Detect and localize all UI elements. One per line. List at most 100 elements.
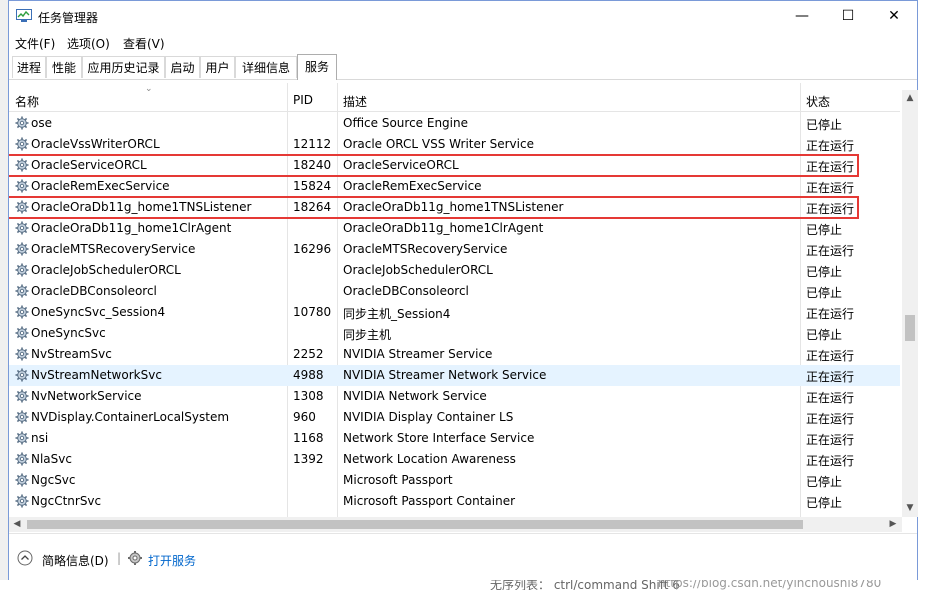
column-header-row: 名称 PID 描述 状态 [9,90,900,112]
task-manager-window: 任务管理器 — ☐ ✕ 文件(F) 选项(O) 查看(V) 进程 性能 应用历史… [8,0,918,580]
service-description: Microsoft Passport Container [343,494,516,508]
fewer-details-button[interactable]: 简略信息(D) [42,552,109,569]
gear-icon [15,305,29,319]
service-status: 正在运行 [806,454,855,468]
service-name: OracleOraDb11g_home1ClrAgent [31,221,232,235]
menu-options[interactable]: 选项(O) [67,35,110,52]
service-row[interactable]: nsi 1168 Network Store Interface Service 正在… [9,428,900,449]
task-manager-icon [16,9,32,22]
service-name: NVDisplay.ContainerLocalSystem [31,410,230,424]
service-row[interactable]: ose Office Source Engine 已停止 [9,113,900,134]
service-pid: 1168 [293,431,324,445]
service-row[interactable]: OneSyncSvc 同步主机 已停止 [9,323,900,344]
title-bar[interactable]: 任务管理器 — ☐ ✕ [9,1,917,31]
service-name: NlaSvc [31,452,72,466]
background-app-edge [918,0,926,590]
footer-bar: 简略信息(D) | 打开服务 [9,533,917,580]
service-row[interactable]: OneSyncSvc_Session4 10780 同步主机_Session4 正在运… [9,302,900,323]
service-status: 正在运行 [806,307,855,321]
tab-processes[interactable]: 进程 [12,56,46,78]
gear-icon [15,410,29,424]
service-row[interactable]: OracleOraDb11g_home1ClrAgent OracleOraDb1… [9,218,900,239]
footer-separator: | [117,551,122,565]
service-description: OracleOraDb11g_home1ClrAgent [343,221,544,235]
service-status: 正在运行 [806,412,855,426]
service-name: OracleDBConsoleorcl [31,284,157,298]
service-row[interactable]: NgcCtnrSvc Microsoft Passport Container 已停… [9,491,900,512]
service-row[interactable]: OracleMTSRecoveryService 16296 OracleMTSRe… [9,239,900,260]
menu-bar: 文件(F) 选项(O) 查看(V) [9,32,917,52]
service-description: Network Store Interface Service [343,431,535,445]
service-row[interactable]: NvNetworkService 1308 NVIDIA Network Servi… [9,386,900,407]
service-pid: 12112 [293,137,332,151]
service-name: nsi [31,431,49,445]
service-row[interactable]: NvStreamNetworkSvc 4988 NVIDIA Streamer Ne… [9,365,900,386]
service-status: 已停止 [806,265,843,279]
maximize-button[interactable]: ☐ [825,1,871,31]
service-description: NVIDIA Display Container LS [343,410,514,424]
gear-icon [15,242,29,256]
service-description: Oracle ORCL VSS Writer Service [343,137,534,151]
service-row[interactable]: OracleDBConsoleorcl OracleDBConsoleorcl 已停… [9,281,900,302]
open-services-link[interactable]: 打开服务 [148,552,196,569]
tab-startup[interactable]: 启动 [165,56,200,78]
menu-file[interactable]: 文件(F) [15,35,55,52]
service-status: 正在运行 [806,349,855,363]
gear-icon [15,179,29,193]
service-description: Microsoft Passport [343,473,453,487]
tab-services[interactable]: 服务 [297,54,337,80]
gear-icon [15,368,29,382]
column-header-status[interactable]: 状态 [806,93,830,110]
service-row[interactable]: OracleJobSchedulerORCL OracleJobScheduler… [9,260,900,281]
chevron-up-icon[interactable] [17,550,33,566]
services-list: ose Office Source Engine 已停止 OracleVssWrite… [9,113,900,517]
tab-users[interactable]: 用户 [200,56,235,78]
scroll-up-icon[interactable]: ▲ [902,90,918,106]
column-header-pid[interactable]: PID [293,93,313,107]
gear-icon [15,116,29,130]
gear-icon [15,389,29,403]
services-icon[interactable] [127,550,143,566]
service-description: OracleDBConsoleorcl [343,284,469,298]
service-row[interactable]: OracleVssWriterORCL 12112 Oracle ORCL VSS … [9,134,900,155]
service-status: 已停止 [806,223,843,237]
service-name: OracleRemExecService [31,179,170,193]
service-row[interactable]: NvStreamSvc 2252 NVIDIA Streamer Service 正在… [9,344,900,365]
gear-icon [15,347,29,361]
service-status: 正在运行 [806,181,855,195]
service-name: OracleVssWriterORCL [31,137,160,151]
service-pid: 960 [293,410,316,424]
gear-icon [15,284,29,298]
window-title: 任务管理器 [38,11,99,25]
scroll-right-icon[interactable]: ▶ [885,517,901,532]
background-app-bottom: 无序列表： ctrl/command Shift 6 https://blog.… [0,580,926,590]
vertical-scroll-thumb[interactable] [905,315,915,341]
scroll-left-icon[interactable]: ◀ [9,517,25,532]
tab-details[interactable]: 详细信息 [235,56,297,78]
service-row[interactable]: NVDisplay.ContainerLocalSystem 960 NVIDIA … [9,407,900,428]
service-row[interactable]: NlaSvc 1392 Network Location Awareness 正在运行 [9,449,900,470]
gear-icon [15,326,29,340]
gear-icon [15,494,29,508]
service-status: 正在运行 [806,139,855,153]
service-row[interactable]: OracleRemExecService 15824 OracleRemExecSe… [9,176,900,197]
horizontal-scrollbar[interactable]: ◀ ▶ [9,517,902,532]
service-name: OracleJobSchedulerORCL [31,263,181,277]
tab-app-history[interactable]: 应用历史记录 [82,56,165,78]
horizontal-scroll-thumb[interactable] [27,520,803,529]
close-button[interactable]: ✕ [871,1,917,31]
service-pid: 4988 [293,368,324,382]
highlight-annotation-box [9,196,859,219]
gear-icon [15,473,29,487]
scroll-down-icon[interactable]: ▼ [902,500,918,516]
column-header-description[interactable]: 描述 [343,93,367,110]
service-pid: 2252 [293,347,324,361]
service-row[interactable]: NgcSvc Microsoft Passport 已停止 [9,470,900,491]
service-description: Office Source Engine [343,116,468,130]
vertical-scrollbar[interactable]: ▲ ▼ [902,90,918,517]
minimize-button[interactable]: — [779,1,825,31]
menu-view[interactable]: 查看(V) [123,35,165,52]
service-status: 正在运行 [806,370,855,384]
tab-performance[interactable]: 性能 [46,56,82,78]
column-header-name[interactable]: 名称 [15,93,39,110]
